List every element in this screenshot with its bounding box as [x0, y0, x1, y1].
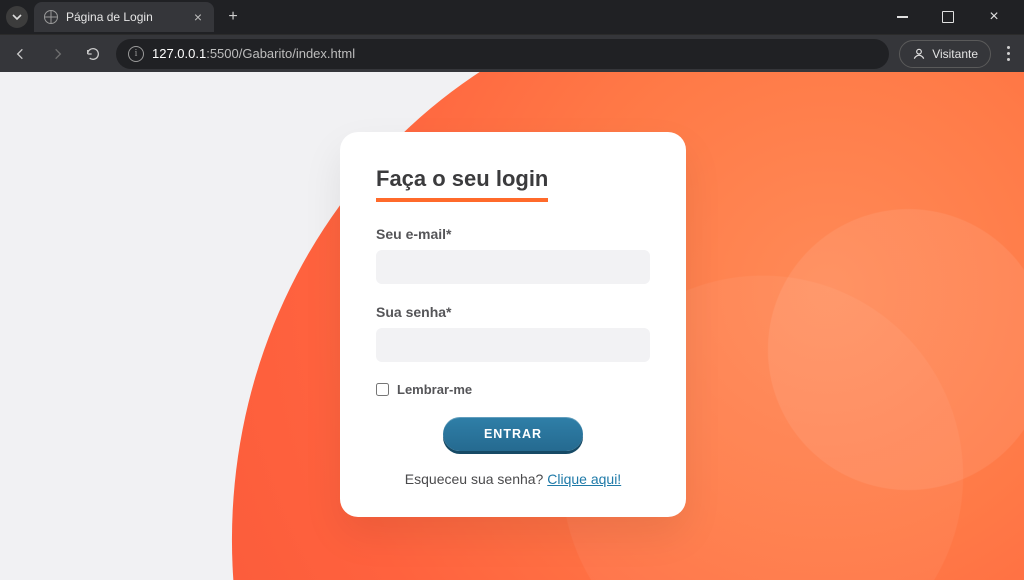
address-bar[interactable]: i 127.0.0.1:5500/Gabarito/index.html — [116, 39, 889, 69]
window-minimize-button[interactable] — [888, 3, 916, 31]
forgot-password-text: Esqueceu sua senha? — [405, 471, 547, 487]
close-tab-icon[interactable]: × — [192, 9, 204, 25]
guest-profile-button[interactable]: Visitante — [899, 40, 991, 68]
nav-forward-button[interactable] — [44, 41, 70, 67]
browser-toolbar: i 127.0.0.1:5500/Gabarito/index.html Vis… — [0, 34, 1024, 72]
browser-tab[interactable]: Página de Login × — [34, 2, 214, 32]
email-label: Seu e-mail* — [376, 226, 650, 242]
browser-chrome: Página de Login × + × i 127.0.0.1:5500/G… — [0, 0, 1024, 72]
remember-me-label: Lembrar-me — [397, 382, 472, 397]
forgot-password-row: Esqueceu sua senha? Clique aqui! — [376, 471, 650, 487]
email-input[interactable] — [376, 250, 650, 284]
login-card: Faça o seu login Seu e-mail* Sua senha* … — [340, 132, 686, 517]
new-tab-button[interactable]: + — [220, 4, 246, 30]
tab-list-dropdown[interactable] — [6, 6, 28, 28]
login-heading: Faça o seu login — [376, 166, 548, 202]
password-input[interactable] — [376, 328, 650, 362]
globe-icon — [44, 10, 58, 24]
password-label: Sua senha* — [376, 304, 650, 320]
window-close-button[interactable]: × — [980, 3, 1008, 31]
nav-reload-button[interactable] — [80, 41, 106, 67]
email-field-block: Seu e-mail* — [376, 226, 650, 284]
user-icon — [912, 47, 926, 61]
remember-me-checkbox[interactable] — [376, 383, 389, 396]
url-host: 127.0.0.1 — [152, 46, 206, 61]
nav-back-button[interactable] — [8, 41, 34, 67]
forgot-password-link[interactable]: Clique aqui! — [547, 471, 621, 487]
url-path: :5500/Gabarito/index.html — [206, 46, 355, 61]
tab-strip: Página de Login × + × — [0, 0, 1024, 34]
guest-label: Visitante — [932, 47, 978, 61]
remember-me-row[interactable]: Lembrar-me — [376, 382, 650, 397]
window-controls: × — [888, 3, 1018, 31]
window-maximize-button[interactable] — [934, 3, 962, 31]
browser-menu-button[interactable] — [1001, 46, 1016, 61]
password-field-block: Sua senha* — [376, 304, 650, 362]
tab-title: Página de Login — [66, 10, 184, 24]
page-viewport: Faça o seu login Seu e-mail* Sua senha* … — [0, 72, 1024, 580]
url-text: 127.0.0.1:5500/Gabarito/index.html — [152, 46, 355, 61]
submit-button[interactable]: ENTRAR — [443, 417, 583, 451]
site-info-icon[interactable]: i — [128, 46, 144, 62]
